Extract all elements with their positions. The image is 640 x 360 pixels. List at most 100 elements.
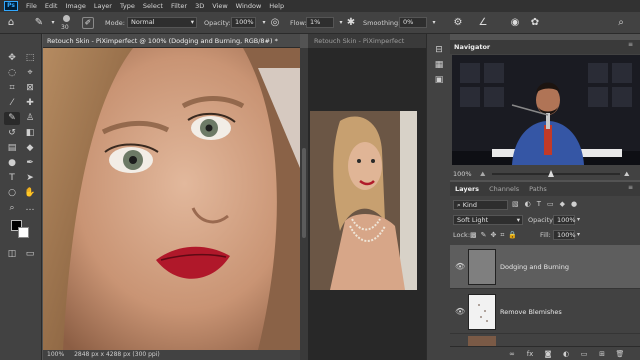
menu-file[interactable]: File [22,0,41,12]
pressure-opacity-icon[interactable]: ◎ [268,16,282,30]
menu-layer[interactable]: Layer [90,0,116,12]
layer-row-remove-blemishes[interactable]: 👁 Remove Blemishes [450,290,640,334]
menu-3d[interactable]: 3D [191,0,208,12]
tab-channels[interactable]: Channels [484,182,524,196]
shape-tool-icon[interactable]: ○ [4,187,20,200]
zoom-out-icon[interactable]: ⛰ [480,168,485,180]
panel-menu-icon[interactable]: ≡ [628,184,633,191]
photoshop-logo: Ps [4,1,18,11]
adjustment-layer-icon[interactable]: ◐ [560,349,572,359]
quick-select-tool-icon[interactable]: ⌖ [22,67,38,80]
chevron-down-icon[interactable]: ▾ [427,16,441,30]
document-tab-inactive[interactable]: Retouch Skin - PiXimperfect [308,34,426,48]
symmetry-icon[interactable]: ✿ [528,16,542,30]
zoom-tool-icon[interactable]: ⌕ [4,202,20,215]
document-canvas[interactable] [43,48,300,350]
layer-opacity-value: 100% [557,216,576,224]
lasso-tool-icon[interactable]: ◌ [4,67,20,80]
navigator-zoom-value[interactable]: 100% [453,170,472,178]
home-icon[interactable]: ⌂ [4,16,18,30]
properties-panel-icon[interactable]: ▦ [431,59,447,72]
menu-window[interactable]: Window [232,0,266,12]
link-layers-icon[interactable]: ∞ [506,349,518,359]
layer-filter-icons[interactable]: ▧◐T▭◆● [512,200,630,210]
layer-name[interactable]: Remove Blemishes [500,307,562,317]
marquee-tool-icon[interactable]: ⬚ [22,52,38,65]
document-tab-active[interactable]: Retouch Skin - PiXimperfect @ 100% (Dodg… [43,34,300,48]
flow-input[interactable]: 1% [306,17,334,28]
tab-layers[interactable]: Layers [450,182,484,196]
delete-layer-icon[interactable]: 🗑 [614,349,626,359]
layer-fill-input[interactable]: 100% [553,230,576,240]
layer-style-icon[interactable]: fx [524,349,536,359]
chevron-down-icon[interactable]: ▾ [577,230,580,240]
search-icon[interactable]: ⌕ [614,16,628,30]
airbrush-icon[interactable]: ✱ [344,16,358,30]
healing-brush-tool-icon[interactable]: ✚ [22,97,38,110]
crop-tool-icon[interactable]: ⌗ [4,82,20,95]
layer-name[interactable]: Dodging and Burning [500,262,569,272]
eyedropper-tool-icon[interactable]: ⁄ [4,97,20,110]
path-select-tool-icon[interactable]: ➤ [22,172,38,185]
brush-preset-picker[interactable]: 30 [58,14,76,32]
layer-row-dodging-burning[interactable]: 👁 Dodging and Burning [450,245,640,289]
chevron-down-icon[interactable]: ▾ [577,215,580,225]
add-mask-icon[interactable]: ◙ [542,349,554,359]
opacity-input[interactable]: 100% [231,17,256,28]
vertical-scrollbar[interactable] [300,48,308,360]
visibility-eye-icon[interactable]: 👁 [455,307,465,317]
panel-menu-icon[interactable]: ≡ [628,41,633,48]
new-group-icon[interactable]: ▭ [578,349,590,359]
pen-tool-icon[interactable]: ✒ [22,157,38,170]
history-panel-icon[interactable]: ⊟ [431,44,447,57]
scrollbar-thumb[interactable] [302,148,306,238]
menu-image[interactable]: Image [61,0,89,12]
brush-settings-icon[interactable]: ✐ [82,17,94,29]
lock-icons[interactable]: ▩✎✥⌗🔒 [470,230,525,240]
eraser-tool-icon[interactable]: ◧ [22,127,38,140]
dodge-tool-icon[interactable]: ● [4,157,20,170]
frame-tool-icon[interactable]: ⊠ [22,82,38,95]
navigator-zoom-slider[interactable] [492,173,620,175]
blend-mode-select[interactable]: Soft Light ▾ [453,215,523,225]
zoom-in-icon[interactable]: ⛰ [624,168,629,180]
move-tool-icon[interactable]: ✥ [4,52,20,65]
menu-help[interactable]: Help [265,0,288,12]
menu-bar: Ps File Edit Image Layer Type Select Fil… [0,0,640,12]
navigator-preview[interactable] [452,55,640,165]
history-brush-tool-icon[interactable]: ↺ [4,127,20,140]
menu-type[interactable]: Type [116,0,139,12]
collapsed-panel-strip: ⊟ ▦ ▣ [426,34,450,360]
layers-panel-tabs: Layers Channels Paths [450,182,640,196]
background-color-swatch[interactable] [18,227,29,238]
menu-edit[interactable]: Edit [41,0,62,12]
gradient-tool-icon[interactable]: ▤ [4,142,20,155]
menu-view[interactable]: View [208,0,231,12]
blur-tool-icon[interactable]: ◆ [22,142,38,155]
screen-mode-icon[interactable]: ▭ [22,248,38,261]
visibility-eye-icon[interactable]: 👁 [455,262,465,272]
mode-value: Normal [131,18,155,26]
smoothing-input[interactable]: 0% [399,17,427,28]
zoom-level[interactable]: 100% [47,351,64,358]
pressure-size-icon[interactable]: ◉ [508,16,522,30]
angle-icon[interactable]: ∠ [476,16,490,30]
brush-tool-icon[interactable]: ✎ [4,112,20,125]
layer-opacity-input[interactable]: 100% [553,215,576,225]
layer-filter-select[interactable]: ⌕ Kind [453,200,508,210]
tab-paths[interactable]: Paths [524,182,552,196]
gear-icon[interactable]: ⚙ [451,16,465,30]
quick-mask-icon[interactable]: ◫ [4,248,20,261]
menu-select[interactable]: Select [139,0,167,12]
adjustments-panel-icon[interactable]: ▣ [431,74,447,87]
navigator-title[interactable]: Navigator [450,40,640,54]
menu-filter[interactable]: Filter [167,0,191,12]
hand-tool-icon[interactable]: ✋ [22,187,38,200]
type-tool-icon[interactable]: T [4,172,20,185]
mode-select[interactable]: Normal ▾ [127,17,197,28]
more-tools-icon[interactable]: … [22,202,38,215]
portrait-full-svg [310,111,417,290]
clone-stamp-tool-icon[interactable]: ♙ [22,112,38,125]
brush-tool-icon[interactable]: ✎ [32,16,46,30]
new-layer-icon[interactable]: ⊞ [596,349,608,359]
